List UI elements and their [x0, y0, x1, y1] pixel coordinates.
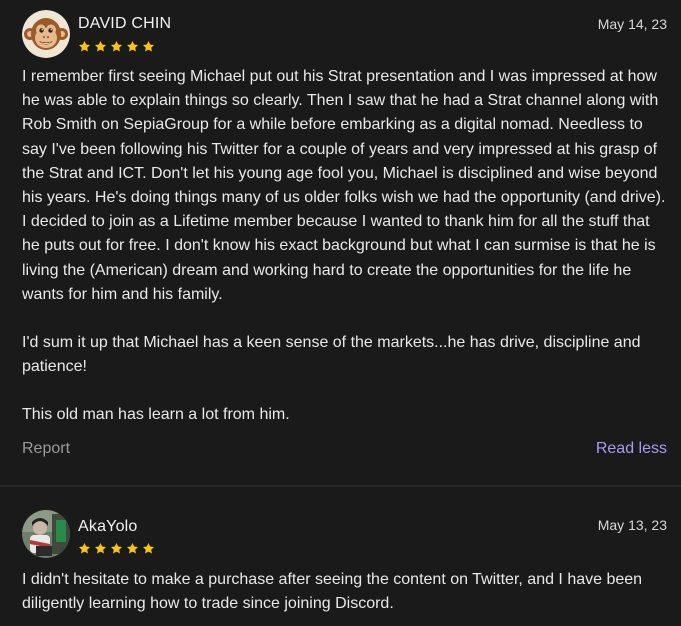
star-rating — [78, 40, 155, 53]
star-icon — [94, 40, 107, 52]
review-card: DAVID CHIN May 14, 23 I remember first s… — [0, 0, 681, 485]
star-icon — [110, 542, 123, 554]
star-icon — [78, 542, 91, 554]
star-rating — [78, 542, 155, 555]
author-name[interactable]: AkaYolo — [78, 518, 138, 536]
star-icon — [126, 40, 139, 52]
report-link[interactable]: Report — [22, 440, 70, 458]
star-icon — [142, 40, 155, 52]
review-paragraph: I remember first seeing Michael put out … — [22, 68, 666, 303]
author-avatar[interactable] — [22, 10, 70, 58]
review-card: AkaYolo May 13, 23 I didn't hesitate to … — [0, 487, 681, 626]
review-body: I remember first seeing Michael put out … — [22, 65, 670, 428]
review-paragraph: This old man has learn a lot from him. — [22, 406, 290, 424]
review-paragraph: I'd sum it up that Michael has a keen se… — [22, 334, 641, 376]
author-name[interactable]: DAVID CHIN — [78, 15, 171, 33]
monkey-avatar-icon — [22, 10, 70, 58]
read-less-link[interactable]: Read less — [596, 440, 667, 458]
review-paragraph: I didn't hesitate to make a purchase aft… — [22, 571, 643, 613]
star-icon — [110, 40, 123, 52]
star-icon — [126, 542, 139, 554]
review-date: May 13, 23 — [597, 517, 667, 533]
star-icon — [94, 542, 107, 554]
review-date: May 14, 23 — [597, 16, 667, 32]
author-avatar[interactable] — [22, 510, 70, 558]
review-body: I didn't hesitate to make a purchase aft… — [22, 568, 670, 616]
star-icon — [78, 40, 91, 52]
star-icon — [142, 542, 155, 554]
photo-avatar-icon — [22, 510, 70, 558]
